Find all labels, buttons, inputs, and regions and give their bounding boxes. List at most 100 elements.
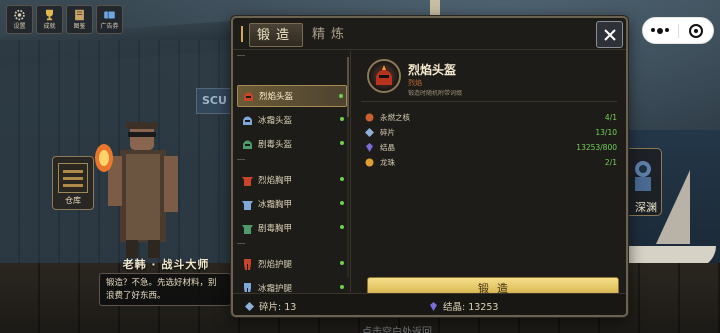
panel-footer: 碎片: 13 结晶: 13253	[233, 293, 626, 315]
npc-dialog: 锻造？不急。先选好材料，别浪费了好东西。	[99, 273, 231, 306]
lighthouse	[430, 0, 440, 16]
flame-chest-icon	[242, 176, 253, 186]
list-item-label: 剧毒头盔	[258, 140, 293, 150]
core-icon	[365, 113, 374, 121]
tab-forge[interactable]: 锻造	[249, 23, 303, 47]
frost-chest-icon	[242, 200, 253, 210]
available-dot	[340, 285, 344, 289]
available-dot	[340, 261, 344, 265]
material-row: 永燃之核 4/1	[365, 111, 617, 123]
material-count: 4/1	[604, 112, 617, 122]
list-item-label: 烈焰胸甲	[258, 176, 293, 186]
material-row: 龙珠 2/1	[365, 156, 617, 168]
codex-button[interactable]: 图鉴	[66, 5, 93, 34]
equipment-list: 烈焰头盔 冰霜头盔 剧毒头盔 烈焰胸甲 冰霜胸甲 剧毒胸甲 烈焰护腿 冰霜护腿	[233, 51, 351, 292]
crystals-label: 结晶: 13253	[443, 302, 499, 313]
warehouse-icon	[58, 163, 88, 193]
flame-helmet-portrait-icon	[367, 59, 401, 93]
material-name: 结晶	[380, 142, 395, 152]
detail-divider	[361, 101, 617, 102]
tab-refine[interactable]: 精炼	[305, 23, 359, 47]
available-dot	[340, 225, 344, 229]
helmet-art	[376, 65, 392, 85]
frost-helmet-icon	[243, 116, 252, 125]
list-item-label: 冰霜头盔	[258, 116, 293, 126]
close-icon	[603, 28, 616, 41]
achievements-label: 成就	[43, 23, 56, 30]
list-item-poison-chest[interactable]: 剧毒胸甲	[237, 217, 347, 239]
diver-icon	[635, 161, 651, 191]
shard-icon	[365, 127, 374, 137]
shard-icon	[245, 301, 254, 311]
list-scrollbar[interactable]	[347, 57, 349, 277]
list-item-label: 烈焰护腿	[258, 260, 293, 270]
material-row: 碎片 13/10	[365, 126, 617, 138]
group-marker	[237, 55, 245, 59]
item-hint: 锻造时随机附带词缀	[408, 90, 463, 97]
list-item-label: 烈焰头盔	[259, 92, 294, 102]
poison-chest-icon	[242, 224, 253, 234]
gear-icon	[14, 9, 25, 21]
target-icon	[688, 23, 703, 38]
shards-counter: 碎片: 13	[245, 299, 296, 313]
material-name: 永燃之核	[380, 112, 410, 122]
crystal-icon	[430, 301, 437, 311]
frost-legs-icon	[244, 282, 251, 292]
item-element: 烈焰	[408, 79, 422, 87]
material-name: 龙珠	[380, 157, 395, 167]
list-item-label: 剧毒胸甲	[258, 224, 293, 234]
list-item-flame-chest[interactable]: 烈焰胸甲	[237, 169, 347, 191]
group-marker	[237, 159, 245, 163]
top-left-hud: 设置 成就 图鉴 广告券	[6, 5, 123, 34]
trophy-icon	[46, 9, 53, 21]
group-marker	[237, 243, 245, 247]
crystal-icon	[366, 142, 373, 152]
warehouse-button[interactable]: 仓库	[52, 156, 94, 210]
list-item-flame-helmet[interactable]: 烈焰头盔	[237, 85, 347, 107]
material-count: 13253/800	[576, 142, 617, 152]
available-dot	[340, 201, 344, 205]
ad-ticket-label: 广告券	[100, 23, 119, 30]
bottom-hint: 点击空白处返回	[362, 327, 432, 333]
crystals-counter: 结晶: 13253	[429, 299, 498, 313]
ticket-icon	[104, 11, 115, 19]
material-count: 13/10	[595, 127, 617, 137]
shards-label: 碎片: 13	[259, 302, 297, 313]
material-count: 2/1	[604, 157, 617, 167]
list-item-frost-chest[interactable]: 冰霜胸甲	[237, 193, 347, 215]
list-item-label: 冰霜胸甲	[258, 200, 293, 210]
list-item-label: 冰霜护腿	[258, 284, 293, 292]
settings-button[interactable]: 设置	[6, 5, 33, 34]
list-item-flame-legs[interactable]: 烈焰护腿	[237, 253, 347, 275]
warehouse-label: 仓库	[65, 196, 81, 205]
material-row: 结晶 13253/800	[365, 141, 617, 153]
list-item-frost-helmet[interactable]: 冰霜头盔	[237, 109, 347, 131]
material-name: 碎片	[380, 127, 395, 137]
available-dot	[340, 177, 344, 181]
available-dot	[340, 117, 344, 121]
poison-helmet-icon	[243, 140, 252, 149]
available-dot	[340, 141, 344, 145]
ad-ticket-button[interactable]: 广告券	[96, 5, 123, 34]
header-accent	[241, 26, 243, 42]
miniprogram-capsule	[642, 17, 714, 44]
dragon-orb-icon	[365, 158, 374, 166]
close-button[interactable]	[596, 21, 623, 48]
close-miniprogram-button[interactable]	[678, 17, 713, 44]
npc-name: 老韩 · 战斗大师	[122, 258, 210, 271]
more-dots-icon	[651, 27, 670, 34]
more-menu-button[interactable]	[643, 17, 678, 44]
deep-abyss-button[interactable]: 深渊	[622, 148, 662, 216]
available-dot	[339, 94, 343, 98]
list-item-poison-helmet[interactable]: 剧毒头盔	[237, 133, 347, 155]
achievements-button[interactable]: 成就	[36, 5, 63, 34]
flame-helmet-icon	[244, 92, 253, 101]
flame-legs-icon	[244, 258, 251, 270]
panel-header: 锻造 精炼	[233, 18, 626, 50]
blacksmith-npc[interactable]	[82, 118, 232, 258]
item-detail: 烈焰头盔 烈焰 锻造时随机附带词缀 永燃之核 4/1 碎片 13/10 结晶 1…	[353, 51, 625, 299]
scrollbar-thumb[interactable]	[347, 57, 349, 117]
settings-label: 设置	[13, 23, 26, 30]
list-item-frost-legs[interactable]: 冰霜护腿	[237, 277, 347, 292]
forge-panel: 锻造 精炼 烈焰头盔 冰霜头盔 剧毒头盔 烈焰胸甲 冰霜胸甲 剧毒胸甲 烈焰护腿…	[231, 16, 628, 317]
